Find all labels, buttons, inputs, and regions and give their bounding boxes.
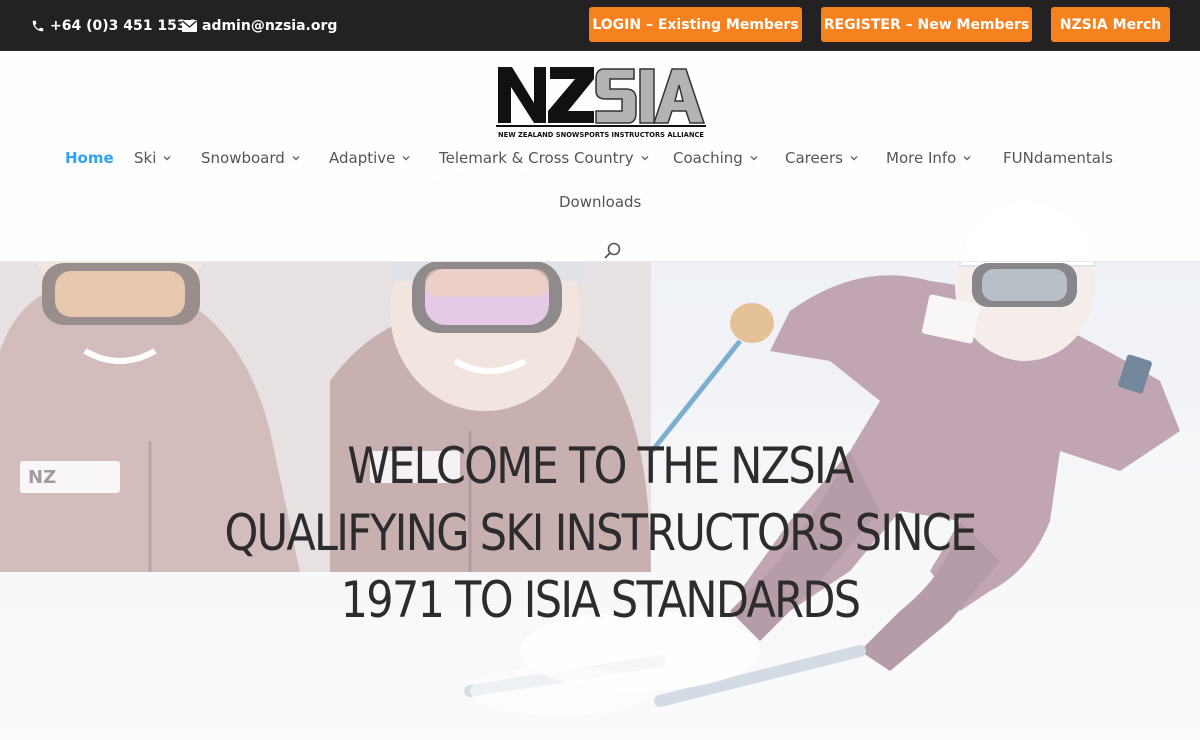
- nav-item-label: Coaching: [673, 149, 743, 167]
- chevron-down-icon: [292, 156, 300, 161]
- nav-item-home[interactable]: Home: [65, 147, 114, 169]
- main-navigation: Home Ski Snowboard Adaptive Telemark & C…: [0, 147, 1200, 211]
- email-address: admin@nzsia.org: [202, 17, 338, 34]
- site-header: NEW ZEALAND SNOWSPORTS INSTRUCTORS ALLIA…: [0, 51, 1200, 262]
- nav-item-label: Ski: [134, 149, 157, 167]
- nav-item-adaptive[interactable]: Adaptive: [329, 147, 411, 169]
- nzsia-logo[interactable]: NEW ZEALAND SNOWSPORTS INSTRUCTORS ALLIA…: [496, 65, 706, 139]
- nav-item-fundamentals[interactable]: FUNdamentals: [1003, 147, 1113, 169]
- nav-item-label: Downloads: [559, 193, 642, 211]
- login-button[interactable]: LOGIN – Existing Members: [589, 7, 802, 42]
- search-icon[interactable]: [603, 241, 623, 261]
- nav-item-label: Telemark & Cross Country: [439, 149, 634, 167]
- hero-heading-line-2: QUALIFYING SKI INSTRUCTORS SINCE: [224, 504, 977, 562]
- nav-item-label: Careers: [785, 149, 843, 167]
- merch-button[interactable]: NZSIA Merch: [1051, 7, 1170, 42]
- nav-item-careers[interactable]: Careers: [785, 147, 859, 169]
- nav-item-coaching[interactable]: Coaching: [673, 147, 759, 169]
- nav-item-label: FUNdamentals: [1003, 149, 1113, 167]
- register-button[interactable]: REGISTER – New Members: [821, 7, 1032, 42]
- hero-heading-line-1: WELCOME TO THE NZSIA: [347, 437, 854, 495]
- phone-icon: [31, 19, 45, 33]
- nav-item-label: More Info: [886, 149, 957, 167]
- phone-contact[interactable]: +64 (0)3 451 1534: [31, 0, 196, 51]
- nav-item-telemark-cross-country[interactable]: Telemark & Cross Country: [439, 147, 650, 169]
- nav-item-more-info[interactable]: More Info: [886, 147, 972, 169]
- nav-item-ski[interactable]: Ski: [134, 147, 172, 169]
- nav-item-snowboard[interactable]: Snowboard: [201, 147, 301, 169]
- chevron-down-icon: [963, 156, 971, 161]
- nav-item-label: Adaptive: [329, 149, 396, 167]
- phone-number: +64 (0)3 451 1534: [50, 17, 197, 34]
- email-contact[interactable]: admin@nzsia.org: [182, 0, 337, 51]
- chevron-down-icon: [163, 156, 171, 161]
- hero-heading: WELCOME TO THE NZSIA QUALIFYING SKI INST…: [213, 433, 987, 634]
- chevron-down-icon: [850, 156, 858, 161]
- envelope-icon: [182, 19, 197, 32]
- top-bar: +64 (0)3 451 1534 admin@nzsia.org LOGIN …: [0, 0, 1200, 51]
- chevron-down-icon: [402, 156, 410, 161]
- hero-heading-line-3: 1971 TO ISIA STANDARDS: [340, 571, 861, 629]
- chevron-down-icon: [641, 156, 649, 161]
- nav-item-downloads[interactable]: Downloads: [559, 191, 641, 213]
- chevron-down-icon: [750, 156, 758, 161]
- logo-tagline: NEW ZEALAND SNOWSPORTS INSTRUCTORS ALLIA…: [498, 130, 704, 139]
- nav-item-label: Snowboard: [201, 149, 285, 167]
- nav-item-label: Home: [65, 149, 114, 167]
